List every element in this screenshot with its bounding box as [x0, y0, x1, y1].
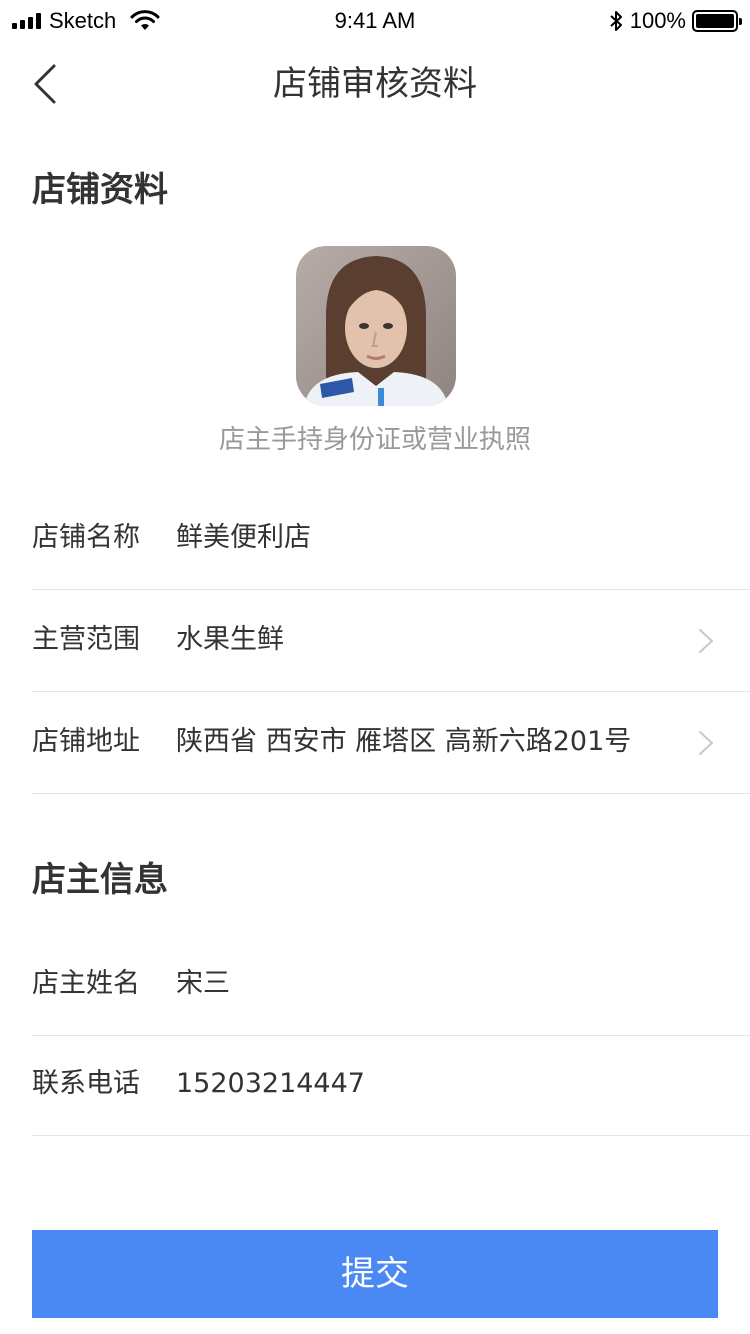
business-scope-value: 水果生鲜	[176, 624, 284, 655]
battery-icon	[692, 10, 742, 32]
status-right: 100%	[608, 6, 742, 36]
owner-section-title: 店主信息	[32, 860, 168, 900]
shop-section-title: 店铺资料	[32, 170, 168, 210]
shop-address-value: 陕西省 西安市 雁塔区 高新六路201号	[176, 726, 632, 757]
page-title: 店铺审核资料	[273, 64, 477, 104]
photo-caption: 店主手持身份证或营业执照	[218, 425, 531, 455]
shop-name-label: 店铺名称	[32, 522, 140, 553]
id-photo-upload[interactable]	[296, 246, 456, 406]
shop-address-label: 店铺地址	[32, 726, 140, 757]
shop-address-row[interactable]: 店铺地址 陕西省 西安市 雁塔区 高新六路201号	[32, 694, 750, 794]
owner-name-label: 店主姓名	[32, 968, 140, 999]
contact-phone-label: 联系电话	[32, 1068, 140, 1099]
shop-name-value: 鲜美便利店	[176, 522, 311, 553]
battery-percentage: 100%	[629, 8, 686, 33]
owner-photo-image	[296, 246, 456, 406]
contact-phone-row: 联系电话 15203214447	[32, 1036, 750, 1136]
business-scope-row[interactable]: 主营范围 水果生鲜	[32, 592, 750, 692]
submit-button[interactable]: 提交	[32, 1230, 718, 1318]
business-scope-label: 主营范围	[32, 624, 140, 655]
status-bar: Sketch 9:41 AM 100%	[0, 0, 750, 40]
chevron-right-icon	[699, 731, 713, 755]
owner-name-value: 宋三	[176, 968, 230, 999]
nav-bar: 店铺审核资料	[0, 40, 750, 128]
chevron-right-icon	[699, 629, 713, 653]
shop-name-row: 店铺名称 鲜美便利店	[32, 490, 750, 590]
bluetooth-icon	[610, 11, 622, 31]
contact-phone-value: 15203214447	[176, 1068, 365, 1099]
owner-name-row: 店主姓名 宋三	[32, 936, 750, 1036]
